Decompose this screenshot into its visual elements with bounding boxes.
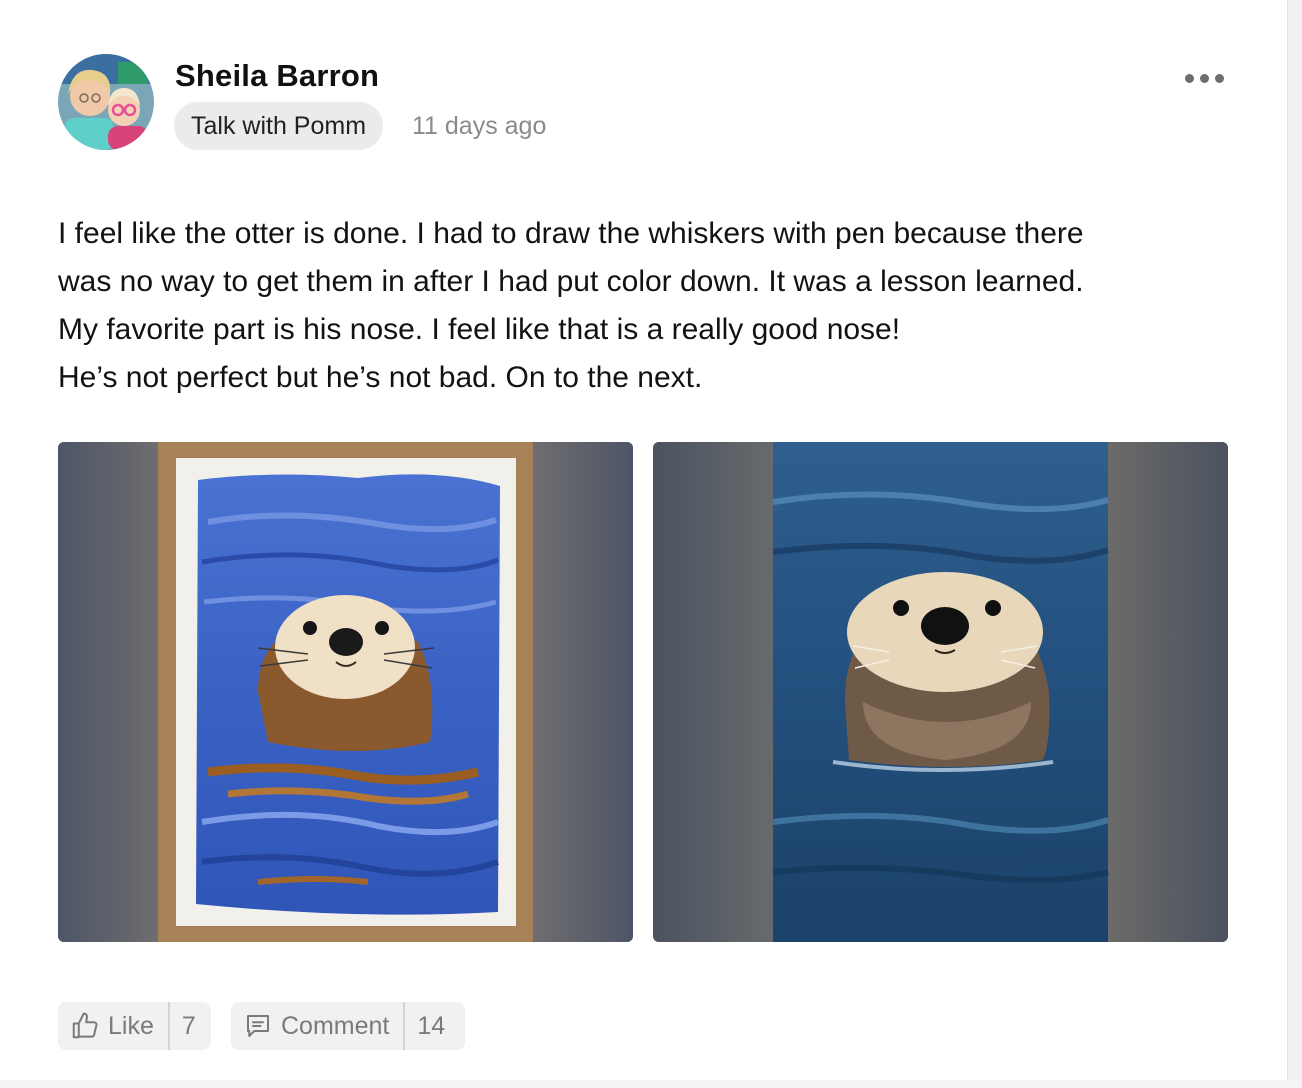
post-body: I feel like the otter is done. I had to … <box>58 210 1238 402</box>
comment-count: 14 <box>417 1012 446 1040</box>
page-bottom-edge <box>0 1080 1302 1088</box>
comment-label: Comment <box>281 1012 390 1040</box>
more-horizontal-icon <box>1199 73 1209 83</box>
thumbs-up-icon <box>70 1011 100 1041</box>
otter-painting-image <box>58 442 633 942</box>
more-options-button[interactable] <box>1176 62 1232 94</box>
comment-icon <box>243 1011 273 1041</box>
avatar-photo <box>58 54 154 150</box>
more-horizontal-icon <box>1184 73 1194 83</box>
post-card: Sheila Barron Talk with Pomm 11 days ago… <box>0 0 1302 1088</box>
like-button[interactable]: Like 7 <box>58 1002 211 1050</box>
post-timestamp: 11 days ago <box>412 112 547 140</box>
author-name[interactable]: Sheila Barron <box>175 58 379 94</box>
post-body-line: My favorite part is his nose. I feel lik… <box>58 313 901 346</box>
author-avatar[interactable] <box>58 54 154 150</box>
post-body-line: was no way to get them in after I had pu… <box>58 265 1084 298</box>
space-chip[interactable]: Talk with Pomm <box>174 102 384 150</box>
like-label: Like <box>108 1012 154 1040</box>
post-body-line: I feel like the otter is done. I had to … <box>58 217 1084 250</box>
post-image-1[interactable] <box>58 442 633 942</box>
scrollbar-track[interactable] <box>1287 0 1302 1088</box>
comment-button[interactable]: Comment 14 <box>231 1002 465 1050</box>
post-body-line: He’s not perfect but he’s not bad. On to… <box>58 361 703 394</box>
post-image-2[interactable] <box>653 442 1228 942</box>
like-count: 7 <box>181 1012 196 1040</box>
more-horizontal-icon <box>1214 73 1224 83</box>
otter-photo-image <box>653 442 1228 942</box>
